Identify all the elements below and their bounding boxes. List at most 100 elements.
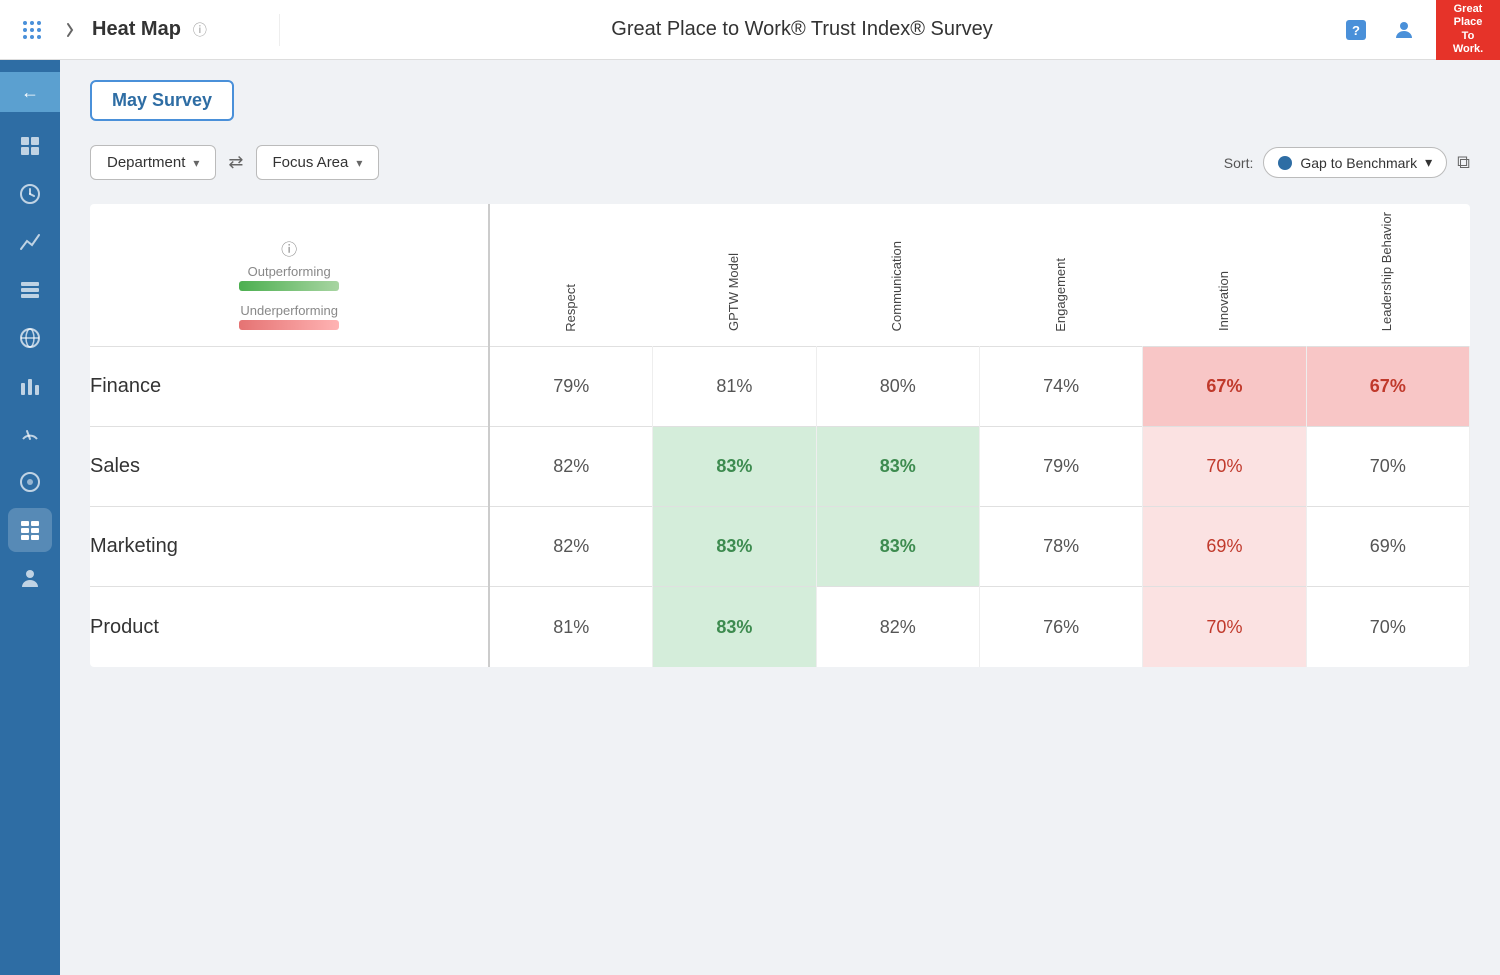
sidebar-item-compass[interactable]: [8, 460, 52, 504]
dept-name-sales: Sales: [90, 427, 489, 507]
expand-icon[interactable]: [60, 20, 80, 40]
data-cell[interactable]: 82%: [816, 587, 979, 667]
col-header-gptw: GPTW Model: [653, 204, 816, 347]
sort-dropdown[interactable]: Gap to Benchmark ▾: [1263, 147, 1447, 178]
col-header-leadership-text: Leadership Behavior: [1379, 212, 1396, 331]
data-cell[interactable]: 81%: [489, 587, 652, 667]
top-bar: Heat Map ⓘ Great Place to Work® Trust In…: [0, 0, 1500, 60]
focus-area-dropdown[interactable]: Focus Area ▾: [256, 145, 380, 180]
filter-icon[interactable]: ⧉: [1457, 152, 1470, 173]
data-cell[interactable]: 83%: [653, 507, 816, 587]
sort-label: Sort:: [1224, 155, 1254, 171]
sidebar-item-list[interactable]: [8, 268, 52, 312]
dept-name-product: Product: [90, 587, 489, 667]
col-header-respect-text: Respect: [563, 284, 580, 332]
heatmap-table-wrapper: ⓘ Outperforming Underperforming: [90, 204, 1470, 667]
table-row: Finance79%81%80%74%67%67%: [90, 347, 1470, 427]
sidebar-back-button[interactable]: ←: [0, 72, 60, 112]
data-cell[interactable]: 81%: [653, 347, 816, 427]
data-cell[interactable]: 80%: [816, 347, 979, 427]
col-header-engagement: Engagement: [979, 204, 1142, 347]
focus-area-label: Focus Area: [273, 154, 349, 171]
dept-name-finance: Finance: [90, 347, 489, 427]
data-cell[interactable]: 83%: [653, 587, 816, 667]
top-bar-left: Heat Map ⓘ: [0, 14, 280, 46]
table-row: Sales82%83%83%79%70%70%: [90, 427, 1470, 507]
data-cell[interactable]: 70%: [1306, 587, 1469, 667]
table-header-row: ⓘ Outperforming Underperforming: [90, 204, 1470, 347]
legend-cell: ⓘ Outperforming Underperforming: [90, 204, 489, 347]
top-bar-right: ?: [1324, 14, 1436, 46]
data-cell[interactable]: 70%: [1143, 427, 1306, 507]
sort-area: Sort: Gap to Benchmark ▾ ⧉: [1224, 147, 1470, 178]
survey-selector[interactable]: May Survey: [90, 80, 234, 121]
grid-icon[interactable]: [16, 14, 48, 46]
data-cell[interactable]: 83%: [816, 427, 979, 507]
sidebar-item-dashboard[interactable]: [8, 124, 52, 168]
sidebar-item-globe[interactable]: [8, 316, 52, 360]
legend-outperforming: Outperforming: [110, 264, 468, 291]
sidebar-item-heatmap[interactable]: [8, 508, 52, 552]
data-cell[interactable]: 82%: [489, 427, 652, 507]
table-row: Product81%83%82%76%70%70%: [90, 587, 1470, 667]
sort-chevron-icon: ▾: [1425, 154, 1432, 171]
department-chevron-icon: ▾: [193, 156, 199, 170]
data-cell[interactable]: 67%: [1143, 347, 1306, 427]
outperforming-label: Outperforming: [110, 264, 468, 279]
sidebar-item-person[interactable]: [8, 556, 52, 600]
data-cell[interactable]: 67%: [1306, 347, 1469, 427]
page-title: Heat Map: [92, 18, 181, 41]
sidebar-item-equalizer[interactable]: [8, 364, 52, 408]
logo-text: GreatPlaceToWork.: [1453, 3, 1483, 56]
legend-info-icon: ⓘ: [110, 236, 468, 260]
sidebar-item-gauge[interactable]: [8, 412, 52, 456]
table-row: Marketing82%83%83%78%69%69%: [90, 507, 1470, 587]
data-cell[interactable]: 69%: [1143, 507, 1306, 587]
main-layout: ← M: [0, 60, 1500, 975]
col-header-gptw-text: GPTW Model: [726, 253, 743, 331]
survey-label: May Survey: [112, 90, 212, 111]
outperforming-bar: [239, 281, 339, 291]
col-header-innovation-text: Innovation: [1216, 271, 1233, 331]
data-cell[interactable]: 76%: [979, 587, 1142, 667]
sidebar-item-clock[interactable]: [8, 172, 52, 216]
sort-dot-icon: [1278, 156, 1292, 170]
data-cell[interactable]: 70%: [1306, 427, 1469, 507]
data-cell[interactable]: 83%: [653, 427, 816, 507]
header-info-icon[interactable]: ⓘ: [193, 20, 207, 40]
sidebar: ←: [0, 60, 60, 975]
data-cell[interactable]: 79%: [489, 347, 652, 427]
data-cell[interactable]: 82%: [489, 507, 652, 587]
department-dropdown[interactable]: Department ▾: [90, 145, 216, 180]
filter-bar: Department ▾ ⇄ Focus Area ▾ Sort: Gap to…: [90, 145, 1470, 180]
gptw-logo: GreatPlaceToWork.: [1436, 0, 1500, 60]
survey-title: Great Place to Work® Trust Index® Survey: [280, 18, 1324, 41]
content-area: May Survey Department ▾ ⇄ Focus Area ▾ S…: [60, 60, 1500, 975]
swap-icon[interactable]: ⇄: [228, 152, 243, 173]
help-icon[interactable]: ?: [1340, 14, 1372, 46]
data-cell[interactable]: 70%: [1143, 587, 1306, 667]
dept-name-marketing: Marketing: [90, 507, 489, 587]
focus-area-chevron-icon: ▾: [356, 156, 362, 170]
sidebar-item-chart[interactable]: [8, 220, 52, 264]
data-cell[interactable]: 78%: [979, 507, 1142, 587]
sort-value: Gap to Benchmark: [1300, 155, 1417, 171]
heatmap-table: ⓘ Outperforming Underperforming: [90, 204, 1470, 667]
underperforming-label: Underperforming: [110, 303, 468, 318]
data-cell[interactable]: 79%: [979, 427, 1142, 507]
legend-underperforming: Underperforming: [110, 303, 468, 330]
department-label: Department: [107, 154, 185, 171]
user-icon[interactable]: [1388, 14, 1420, 46]
col-header-innovation: Innovation: [1143, 204, 1306, 347]
col-header-leadership: Leadership Behavior: [1306, 204, 1469, 347]
col-header-communication-text: Communication: [889, 241, 906, 331]
col-header-engagement-text: Engagement: [1053, 258, 1070, 332]
underperforming-bar: [239, 320, 339, 330]
data-cell[interactable]: 83%: [816, 507, 979, 587]
col-header-respect: Respect: [489, 204, 652, 347]
data-cell[interactable]: 69%: [1306, 507, 1469, 587]
table-body: Finance79%81%80%74%67%67%Sales82%83%83%7…: [90, 347, 1470, 667]
data-cell[interactable]: 74%: [979, 347, 1142, 427]
svg-text:?: ?: [1352, 23, 1360, 38]
col-header-communication: Communication: [816, 204, 979, 347]
